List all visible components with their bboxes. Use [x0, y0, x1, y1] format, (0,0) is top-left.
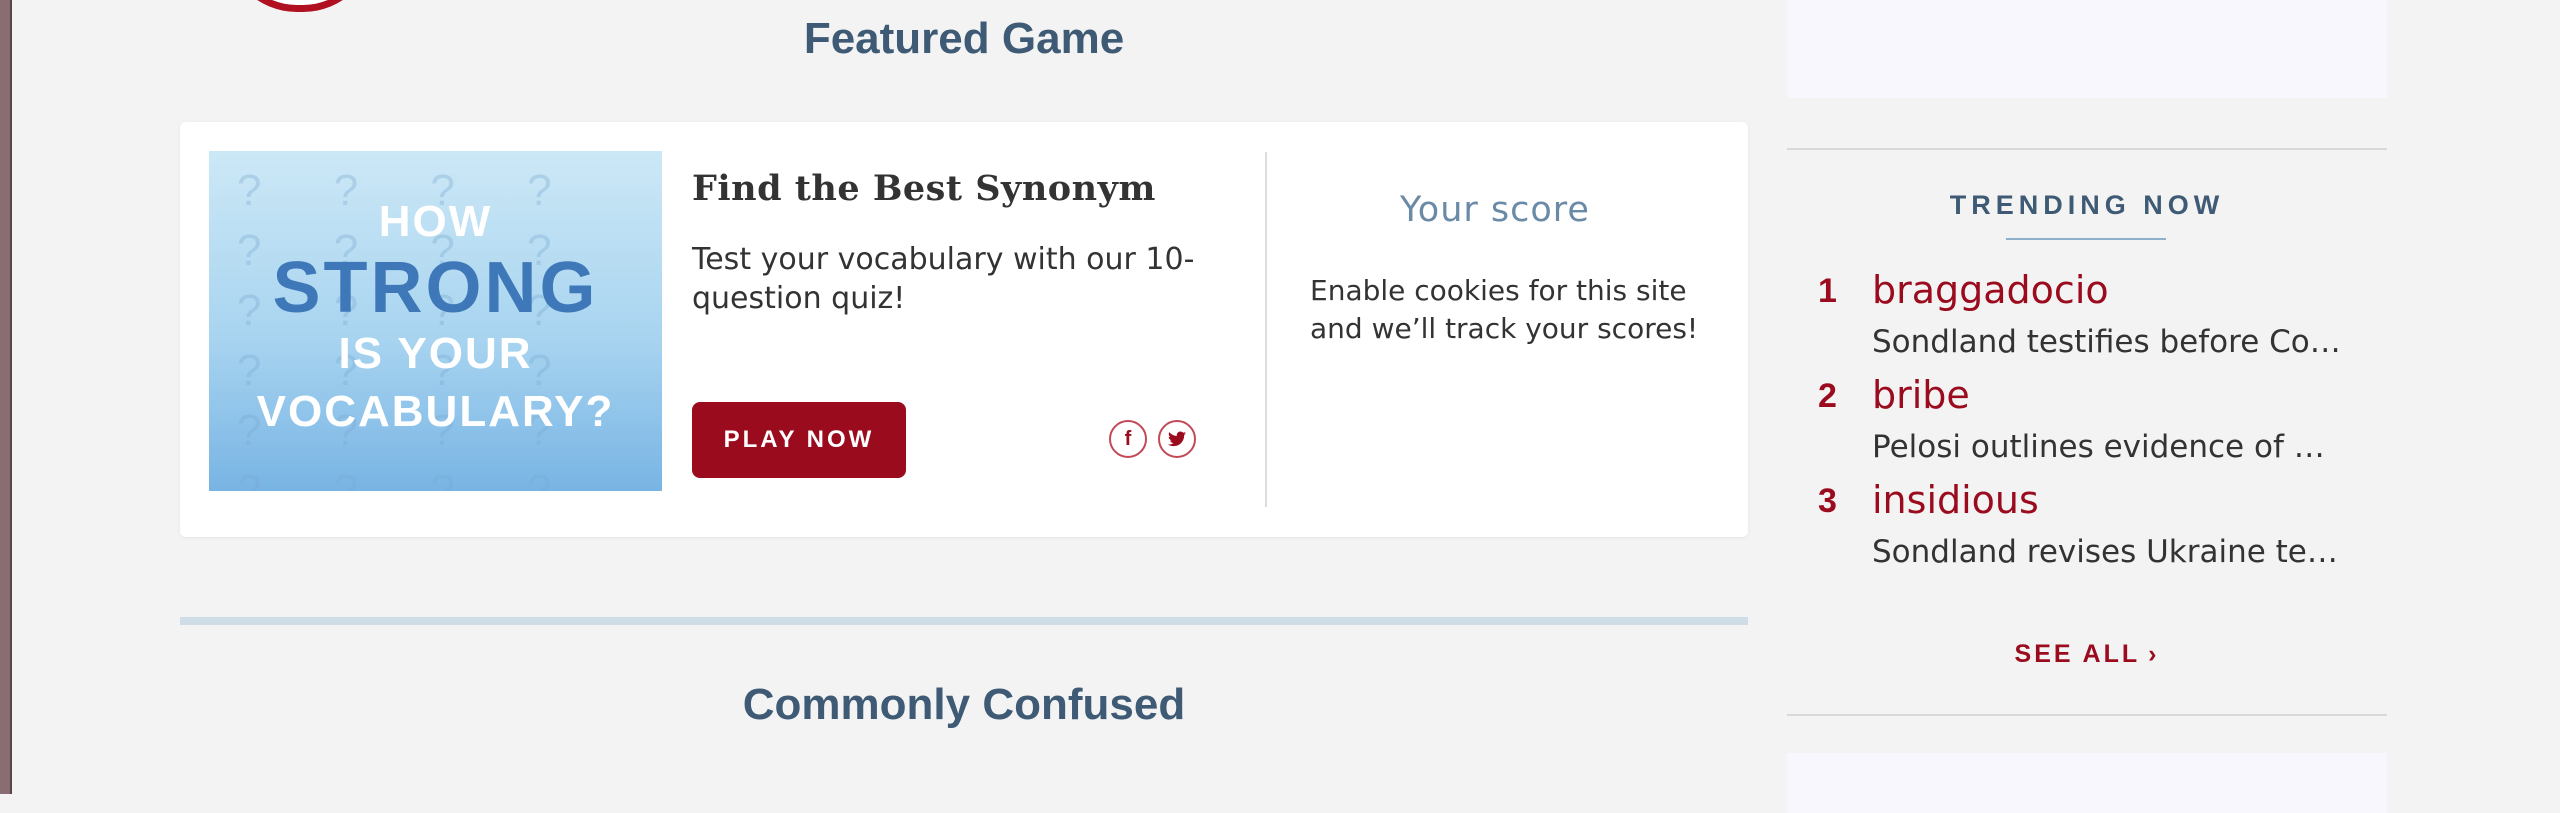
trending-word-link[interactable]: bribe: [1872, 373, 1970, 417]
game-description: Test your vocabulary with our 10-questio…: [692, 242, 1195, 316]
twitter-bird-icon: [1168, 431, 1186, 447]
thumbnail-text-how: HOW: [378, 197, 493, 246]
trending-now-title: TRENDING NOW: [1949, 190, 2225, 220]
section-divider: [180, 617, 1748, 625]
twitter-share-icon[interactable]: [1158, 420, 1196, 458]
trending-word-link[interactable]: insidious: [1872, 478, 2039, 522]
sidebar-ad-slot-top: [1787, 0, 2387, 98]
trending-top-rule: [1787, 148, 2387, 150]
featured-game-heading: Featured Game: [803, 14, 1125, 63]
see-all-label: SEE ALL: [2014, 640, 2141, 668]
site-logo[interactable]: [225, 0, 375, 12]
score-cookie-message: Enable cookies for this site and we’ll t…: [1310, 274, 1699, 345]
trending-rank: 2: [1818, 377, 1837, 415]
trending-headline[interactable]: Sondland revises Ukraine te…: [1872, 534, 2392, 570]
commonly-confused-heading: Commonly Confused: [742, 680, 1186, 729]
trending-bottom-rule: [1787, 714, 2387, 716]
thumbnail-text-vocabulary: VOCABULARY?: [256, 387, 615, 436]
game-thumbnail[interactable]: ? ? ? ? ? ? ? ? ? ? ? ? ? ? ? ? ? ? ? ? …: [209, 151, 662, 491]
trending-title-underline: [2006, 238, 2166, 240]
trending-word-link[interactable]: braggadocio: [1872, 268, 2109, 312]
sidebar-ad-slot-bottom: [1787, 753, 2387, 813]
facebook-share-icon[interactable]: f: [1109, 420, 1147, 458]
card-divider: [1265, 152, 1267, 507]
game-title[interactable]: Find the Best Synonym: [692, 168, 1156, 209]
trending-headline[interactable]: Sondland testifies before Co…: [1872, 324, 2392, 360]
featured-game-card: ? ? ? ? ? ? ? ? ? ? ? ? ? ? ? ? ? ? ? ? …: [180, 122, 1748, 537]
trending-rank: 1: [1818, 272, 1837, 310]
thumbnail-text-strong: STRONG: [272, 248, 599, 328]
your-score-title: Your score: [1400, 190, 1590, 230]
see-all-link[interactable]: SEE ALL ›: [1787, 640, 2387, 669]
trending-headline[interactable]: Pelosi outlines evidence of …: [1872, 429, 2392, 465]
chevron-right-icon: ›: [2148, 640, 2160, 668]
window-edge: [0, 0, 12, 794]
thumbnail-text-is-your: IS YOUR: [338, 329, 533, 378]
trending-rank: 3: [1818, 482, 1837, 520]
play-now-button[interactable]: PLAY NOW: [692, 402, 906, 478]
